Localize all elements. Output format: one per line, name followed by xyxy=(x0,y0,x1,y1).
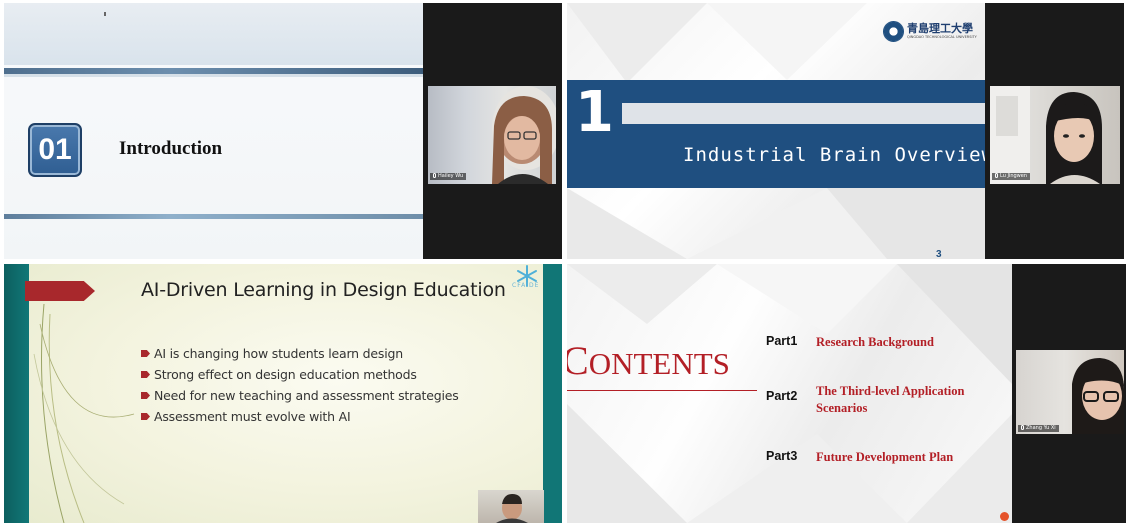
section-number-badge: 01 xyxy=(28,123,82,177)
bullet-arrow-icon xyxy=(141,413,150,420)
title-arrow-marker xyxy=(25,281,95,301)
bullet-arrow-icon xyxy=(141,350,150,357)
participant-name: Hailey Wu xyxy=(438,173,464,179)
bullet-arrow-icon xyxy=(141,371,150,378)
participant-name-label: Lu Jingwen xyxy=(992,173,1030,180)
slide-share-industrial-brain: 青島理工大學 QINGDAO TECHNOLOGICAL UNIVERSITY … xyxy=(567,3,985,259)
section-number: 1 xyxy=(575,80,614,145)
bullet-text: Need for new teaching and assessment str… xyxy=(154,388,459,403)
slide-top-rule-shadow xyxy=(4,74,423,77)
section-title: Introduction xyxy=(119,138,223,159)
contents-heading: CONTENTS xyxy=(567,337,730,384)
slide-title: AI-Driven Learning in Design Education xyxy=(141,279,506,301)
slide-corner-icon xyxy=(1000,512,1009,521)
bullet-text: Assessment must evolve with AI xyxy=(154,409,351,424)
part-title: The Third-level Application Scenarios xyxy=(816,384,965,415)
presenter-thumbnail-video[interactable] xyxy=(478,490,544,523)
slide-bottom-rule xyxy=(4,214,423,219)
bullet-item: Assessment must evolve with AI xyxy=(141,406,459,427)
slide-share-contents: CONTENTS Part1 Research Background Part2… xyxy=(567,264,1012,523)
participant-avatar-image xyxy=(1072,358,1124,434)
part-label: Part1 xyxy=(766,334,798,348)
contents-rest: ONTENTS xyxy=(588,346,730,381)
university-logo: 青島理工大學 QINGDAO TECHNOLOGICAL UNIVERSITY xyxy=(883,19,981,45)
participant-avatar-image xyxy=(990,86,1102,184)
university-name-en: QINGDAO TECHNOLOGICAL UNIVERSITY xyxy=(907,35,977,39)
slide-share-introduction: 01 Introduction xyxy=(4,3,423,259)
participant-video-feed xyxy=(990,86,1120,184)
participant-name-label: Hailey Wu xyxy=(430,173,467,180)
section-title: Industrial Brain Overview xyxy=(683,144,985,166)
participant-name-label: Zhang Yu Xi xyxy=(1018,425,1059,432)
university-seal-icon xyxy=(883,21,904,42)
university-name-cn: 青島理工大學 xyxy=(907,22,973,35)
part-label: Part2 xyxy=(766,389,798,403)
part-title: Future Development Plan xyxy=(816,450,954,464)
banner-stripe xyxy=(622,103,985,124)
participant-video-feed xyxy=(1016,350,1124,434)
bullet-text: Strong effect on design education method… xyxy=(154,367,417,382)
part-label: Part3 xyxy=(766,449,798,463)
bullet-arrow-icon xyxy=(141,392,150,399)
bullet-text: AI is changing how students learn design xyxy=(154,346,403,361)
slide-share-ai-learning: AI-Driven Learning in Design Education A… xyxy=(4,264,562,523)
participant-name: Lu Jingwen xyxy=(1000,173,1027,179)
brand-label: CFAIDE xyxy=(512,282,540,289)
participant-avatar-image xyxy=(492,86,556,184)
slide-right-edge xyxy=(543,264,562,523)
microphone-icon xyxy=(1021,425,1024,430)
part-title: Research Background xyxy=(816,335,934,349)
contents-initial: C xyxy=(567,338,589,383)
participant-video-tile-1[interactable]: Hailey Wu xyxy=(423,3,562,259)
slide-header-band xyxy=(4,3,423,65)
microphone-icon xyxy=(433,173,436,178)
bullet-list: AI is changing how students learn design… xyxy=(141,343,459,427)
bullet-item: Strong effect on design education method… xyxy=(141,364,459,385)
slide-page-number: 3 xyxy=(936,249,942,259)
presenter-avatar-image xyxy=(496,494,528,523)
decorative-swoosh xyxy=(33,303,135,523)
microphone-icon xyxy=(995,173,998,178)
participant-name: Zhang Yu Xi xyxy=(1026,425,1056,431)
bullet-item: AI is changing how students learn design xyxy=(141,343,459,364)
participant-video-tile-4[interactable]: Zhang Yu Xi xyxy=(1012,264,1126,523)
participant-video-feed xyxy=(428,86,556,184)
contents-underline xyxy=(567,390,757,391)
participant-video-tile-2[interactable]: Lu Jingwen xyxy=(985,3,1124,259)
section-banner xyxy=(567,80,985,188)
bullet-item: Need for new teaching and assessment str… xyxy=(141,385,459,406)
mouse-cursor xyxy=(104,12,106,16)
